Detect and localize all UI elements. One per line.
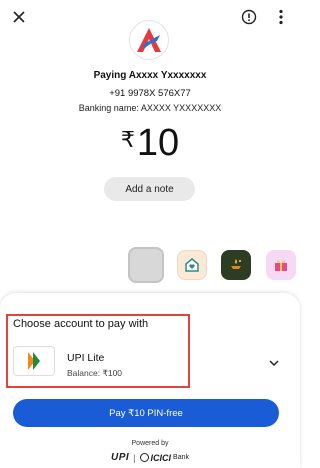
theme-home[interactable] [177,250,207,280]
upi-lite-logo [13,346,55,376]
gift-icon [275,260,287,271]
add-note-button[interactable]: Add a note [104,177,195,201]
logo-separator: | [133,452,136,463]
upi-logo: UPI [111,452,130,463]
pay-button[interactable]: Pay ₹10 PIN-free [13,399,279,427]
payee-logo-icon [137,28,161,52]
banking-name: AXXXX YXXXXXXX [140,103,222,113]
account-selector[interactable]: UPI Lite Balance: ₹100 [0,340,300,382]
powered-by-label: Powered by [131,440,169,447]
banking-name-label: Banking name: [78,103,141,113]
more-vert-icon[interactable] [270,6,292,28]
partner-logos: UPI | ICICI Bank [0,452,300,463]
theme-lamp[interactable] [221,250,251,280]
alert-circle-icon[interactable] [238,6,260,28]
lamp-icon [231,259,241,269]
close-icon[interactable] [8,6,30,28]
account-balance: Balance: ₹100 [67,368,123,378]
theme-gift[interactable] [266,250,296,280]
home-heart-icon [185,258,199,272]
theme-selector [0,244,300,284]
upi-lite-icon [28,352,40,370]
amount-value: 10 [136,122,180,164]
payee-phone: +91 9978X 576X77 [109,88,191,99]
banking-name-row: Banking name: AXXXX YXXXXXXX [0,103,300,113]
payee-name: Paying Axxxx Yxxxxxxx [93,70,207,81]
amount-display[interactable]: ₹10 [0,122,300,165]
currency-symbol: ₹ [120,127,135,152]
theme-default[interactable] [128,247,164,283]
payee-avatar [129,20,169,60]
chevron-down-icon[interactable] [268,357,280,369]
icici-name: ICICI [150,452,172,463]
choose-account-title: Choose account to pay with [13,318,149,330]
icici-bank-suffix: Bank [173,454,189,461]
icici-logo: ICICI Bank [139,452,189,463]
account-name: UPI Lite [67,352,105,364]
icici-mark-icon [139,453,149,462]
